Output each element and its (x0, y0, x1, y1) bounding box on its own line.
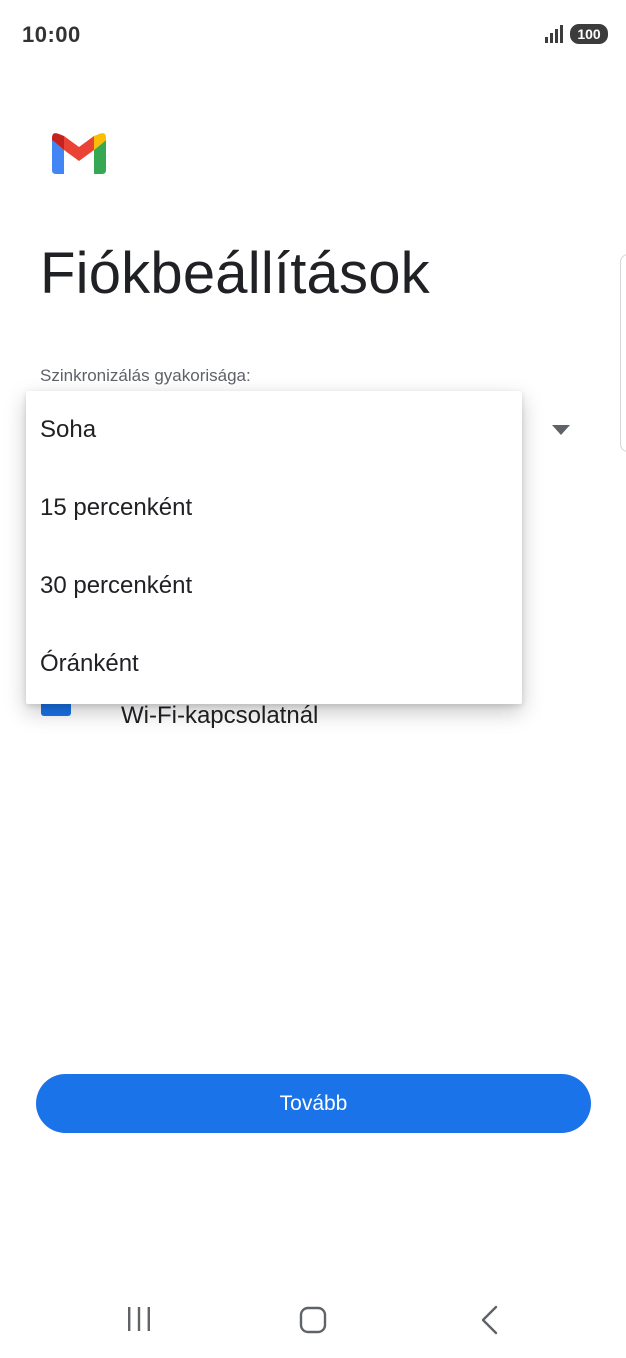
page-title: Fiókbeállítások (40, 241, 430, 306)
gmail-logo (52, 133, 106, 174)
sync-frequency-label: Szinkronizálás gyakorisága: (40, 366, 251, 385)
recents-icon[interactable] (126, 1306, 152, 1332)
edge-card (620, 254, 626, 452)
status-time: 10:00 (22, 22, 81, 47)
dropdown-arrow-icon[interactable] (552, 425, 570, 435)
menu-item-never[interactable]: Soha (26, 391, 522, 469)
wifi-checkbox-label: Wi-Fi-kapcsolatnál (121, 702, 319, 729)
signal-icon (545, 25, 563, 43)
back-icon[interactable] (479, 1305, 499, 1335)
screen: 10:00 100 Fiókbeállítások Szinkronizálás… (0, 0, 626, 1358)
menu-item-hourly[interactable]: Óránként (26, 625, 522, 703)
home-icon[interactable] (299, 1306, 327, 1334)
sync-frequency-menu: Soha 15 percenként 30 percenként Óránkén… (26, 391, 522, 704)
status-icons: 100 (544, 24, 608, 44)
menu-item-15-min[interactable]: 15 percenként (26, 469, 522, 547)
next-button[interactable]: Tovább (36, 1074, 591, 1133)
battery-icon: 100 (570, 24, 608, 44)
menu-item-30-min[interactable]: 30 percenként (26, 547, 522, 625)
